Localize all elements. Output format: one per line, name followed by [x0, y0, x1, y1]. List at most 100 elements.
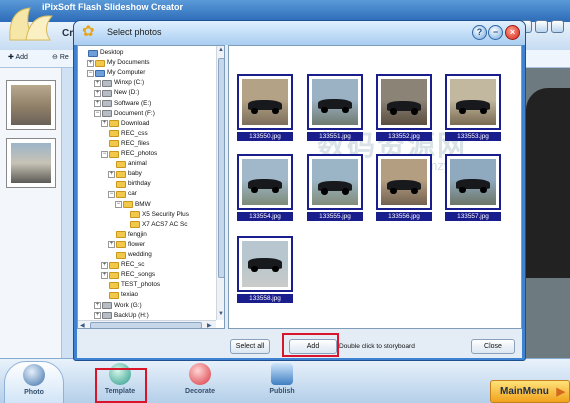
tree-node[interactable]: X5 Security Plus [122, 210, 189, 220]
tree-node[interactable]: wedding [108, 250, 152, 260]
photo-thumbnail[interactable]: 133558.jpg [237, 236, 293, 310]
nav-publish-button[interactable]: Publish [252, 361, 312, 403]
tree-node[interactable]: + REC_sc [101, 260, 144, 270]
dialog-close-button[interactable]: × [505, 25, 520, 40]
car-photo [312, 159, 358, 205]
nav-photo-button[interactable]: Photo [4, 361, 64, 403]
storyboard-photo[interactable] [6, 80, 56, 130]
tree-vertical-thumb[interactable] [218, 58, 224, 278]
tree-node[interactable]: + REC_songs [101, 270, 155, 280]
tree-node-label: BMW [135, 200, 151, 208]
tree-node[interactable]: − car [108, 189, 137, 199]
tree-node[interactable]: X7 ACS7 AC Sc [122, 220, 187, 230]
expand-toggle-icon[interactable]: − [115, 201, 122, 208]
expand-toggle-icon[interactable]: − [101, 150, 108, 158]
app-title: iPixSoft Flash Slideshow Creator [42, 2, 184, 12]
tree-node[interactable]: − Document (F:) [94, 109, 155, 119]
photo-thumbnail[interactable]: 133554.jpg [237, 154, 293, 228]
dialog-help-button[interactable]: ? [472, 25, 487, 40]
photo-thumbnail[interactable]: 133556.jpg [376, 154, 432, 228]
thumbnail-frame [237, 154, 293, 210]
add-button[interactable]: Add [289, 339, 337, 354]
tree-node[interactable]: + baby [108, 169, 142, 179]
tree-horizontal-scrollbar[interactable]: ◀ ▶ [78, 320, 216, 328]
expand-toggle-icon[interactable]: − [94, 110, 101, 118]
tree-horizontal-thumb[interactable] [90, 322, 202, 328]
thumbnail-filename: 133553.jpg [445, 132, 501, 141]
expand-toggle-icon[interactable]: + [87, 59, 94, 67]
scroll-up-icon[interactable]: ▲ [218, 47, 224, 53]
tree-node[interactable]: REC_files [101, 139, 149, 149]
photo-thumbnail[interactable]: 133551.jpg [307, 74, 363, 148]
expand-toggle-icon[interactable]: + [94, 312, 101, 320]
thumbnail-frame [445, 154, 501, 210]
scroll-down-icon[interactable]: ▼ [218, 311, 224, 317]
photo-thumbnail[interactable]: 133550.jpg [237, 74, 293, 148]
folder-icon [109, 261, 119, 269]
tree-node[interactable]: − REC_photos [101, 149, 157, 159]
tree-node[interactable]: − BMW [115, 200, 151, 210]
storyboard-photo[interactable] [6, 138, 56, 188]
photo-thumbnail[interactable]: 133552.jpg [376, 74, 432, 148]
expand-toggle-icon[interactable]: − [108, 190, 115, 198]
expand-toggle-icon[interactable]: + [101, 261, 108, 269]
tree-node[interactable]: + Software (E:) [94, 99, 151, 109]
expand-toggle-icon[interactable]: + [94, 79, 101, 87]
tree-node[interactable]: REC_css [101, 129, 148, 139]
tree-node[interactable]: animal [108, 159, 147, 169]
thumbnail-filename: 133557.jpg [445, 212, 501, 221]
close-button[interactable]: Close [471, 339, 515, 354]
tree-node[interactable]: + Download [101, 119, 149, 129]
tree-node[interactable]: + My Documents [87, 58, 150, 68]
thumbnail-filename: 133556.jpg [376, 212, 432, 221]
tree-node-label: Winxp (C:) [114, 79, 145, 87]
tree-node[interactable]: birthday [108, 179, 151, 189]
dialog-minimize-button[interactable]: − [488, 25, 503, 40]
photo-thumbnail[interactable]: 133557.jpg [445, 154, 501, 228]
tree-node[interactable]: + New (D:) [94, 88, 139, 98]
tree-node[interactable]: TEST_photos [101, 280, 160, 290]
tree-node[interactable]: + flower [108, 240, 145, 250]
expand-toggle-icon[interactable]: + [108, 241, 115, 249]
storyboard-panel [0, 68, 62, 358]
add-toolbar-label: Add [15, 54, 28, 61]
expand-toggle-icon[interactable]: − [87, 69, 94, 77]
photo-thumbnail[interactable]: 133553.jpg [445, 74, 501, 148]
expand-toggle-icon[interactable]: + [101, 120, 108, 128]
app-minimize-icon[interactable] [535, 20, 548, 33]
scroll-right-icon[interactable]: ▶ [207, 322, 212, 328]
tree-node-label: Work (G:) [114, 301, 142, 309]
tree-node-label: TEST_photos [121, 281, 161, 289]
folder-icon [116, 190, 126, 198]
main-menu-button[interactable]: MainMenu ▶ [490, 380, 570, 403]
folder-icon [109, 291, 119, 299]
tree-node[interactable]: − My Computer [87, 68, 145, 78]
tree-node[interactable]: fengjin [108, 230, 147, 240]
app-close-icon[interactable] [551, 20, 564, 33]
thumbnail-filename: 133552.jpg [376, 132, 432, 141]
tree-vertical-scrollbar[interactable]: ▲ ▼ [216, 46, 224, 320]
remove-toolbar-button[interactable]: ⊖ Re [52, 53, 69, 61]
arrow-right-icon: ▶ [556, 386, 565, 398]
tree-node-label: My Computer [107, 69, 146, 77]
add-toolbar-button[interactable]: ✚ Add [8, 53, 28, 61]
tree-node[interactable]: + Winxp (C:) [94, 78, 144, 88]
expand-toggle-icon[interactable]: + [101, 271, 108, 279]
bottom-navigation: Photo Template Decorate Publish [0, 358, 570, 403]
nav-decorate-button[interactable]: Decorate [170, 361, 230, 403]
template-highlight-box [95, 368, 147, 403]
expand-toggle-icon[interactable]: + [94, 302, 101, 309]
scroll-left-icon[interactable]: ◀ [80, 322, 85, 328]
expand-toggle-icon[interactable]: + [108, 170, 115, 178]
photo-thumbnail[interactable]: 133555.jpg [307, 154, 363, 228]
thumbnail-filename: 133558.jpg [237, 294, 293, 303]
tree-node-label: Software (E:) [114, 99, 152, 107]
tree-node[interactable]: Desktop [80, 48, 123, 58]
select-all-button[interactable]: Select all [230, 339, 270, 354]
folder-tree: Desktop + My Documents − My Computer + Winxp (… [77, 45, 225, 329]
expand-toggle-icon[interactable]: + [94, 100, 101, 107]
expand-toggle-icon[interactable]: + [94, 89, 101, 97]
tree-node[interactable]: + Work (G:) [94, 301, 142, 311]
tree-node[interactable]: texiao [101, 290, 138, 300]
folder-icon [130, 211, 140, 219]
